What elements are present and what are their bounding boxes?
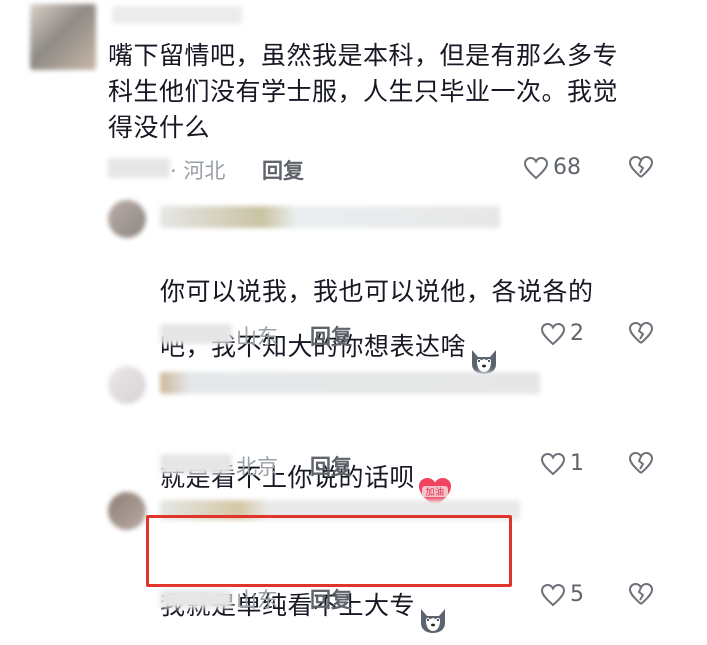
like-count: 5 xyxy=(570,582,584,607)
sticker-text: 加油 xyxy=(426,486,445,498)
broken-heart-icon xyxy=(629,322,653,344)
location-label: 山东 xyxy=(236,325,278,349)
avatar[interactable] xyxy=(108,366,146,404)
username[interactable] xyxy=(160,372,540,394)
like-button[interactable]: 2 xyxy=(540,321,584,346)
broken-heart-icon xyxy=(629,452,653,474)
location-label: 北京 xyxy=(236,455,278,479)
like-count: 2 xyxy=(570,321,584,346)
username[interactable] xyxy=(160,206,500,228)
avatar[interactable] xyxy=(30,4,96,70)
comment-text: 嘴下留情吧，虽然我是本科，但是有那么多专 科生他们没有学士服，人生只毕业一次。我… xyxy=(108,41,619,142)
heart-icon xyxy=(523,156,549,179)
comment-thread: 嘴下留情吧，虽然我是本科，但是有那么多专 科生他们没有学士服，人生只毕业一次。我… xyxy=(0,0,707,633)
dislike-button[interactable] xyxy=(628,582,654,610)
avatar[interactable] xyxy=(108,200,146,238)
dislike-button[interactable] xyxy=(628,155,654,183)
dislike-button[interactable] xyxy=(628,451,654,479)
heart-icon xyxy=(540,583,566,606)
heart-icon xyxy=(540,452,566,475)
dislike-button[interactable] xyxy=(628,321,654,349)
username-blur-meta xyxy=(160,454,232,474)
username-blur-meta xyxy=(160,324,232,344)
reply-button[interactable]: 回复 xyxy=(310,451,352,481)
broken-heart-icon xyxy=(629,583,653,605)
like-count: 1 xyxy=(570,451,584,476)
location-label: · 河北 xyxy=(170,159,226,183)
username-blur-meta xyxy=(160,590,232,608)
like-button[interactable]: 68 xyxy=(523,155,581,180)
like-count: 68 xyxy=(553,155,581,180)
comment-text-content: 你可以说我，我也可以说他，各说各的 吧，我不知大的你想表达啥 xyxy=(160,277,594,361)
broken-heart-icon xyxy=(629,156,653,178)
like-button[interactable]: 1 xyxy=(540,451,584,476)
location-label: 山东 xyxy=(236,588,278,612)
reply-button[interactable]: 回复 xyxy=(310,584,352,614)
reply-button[interactable]: 回复 xyxy=(262,155,304,185)
heart-icon xyxy=(540,322,566,345)
like-button[interactable]: 5 xyxy=(540,582,584,607)
comment-text: 你可以说我，我也可以说他，各说各的 吧，我不知大的你想表达啥 xyxy=(160,238,630,386)
reply-button[interactable]: 回复 xyxy=(310,321,352,351)
username[interactable] xyxy=(112,6,242,24)
username-blur-meta xyxy=(108,158,170,178)
avatar[interactable] xyxy=(108,492,146,530)
highlight-box xyxy=(146,515,512,587)
